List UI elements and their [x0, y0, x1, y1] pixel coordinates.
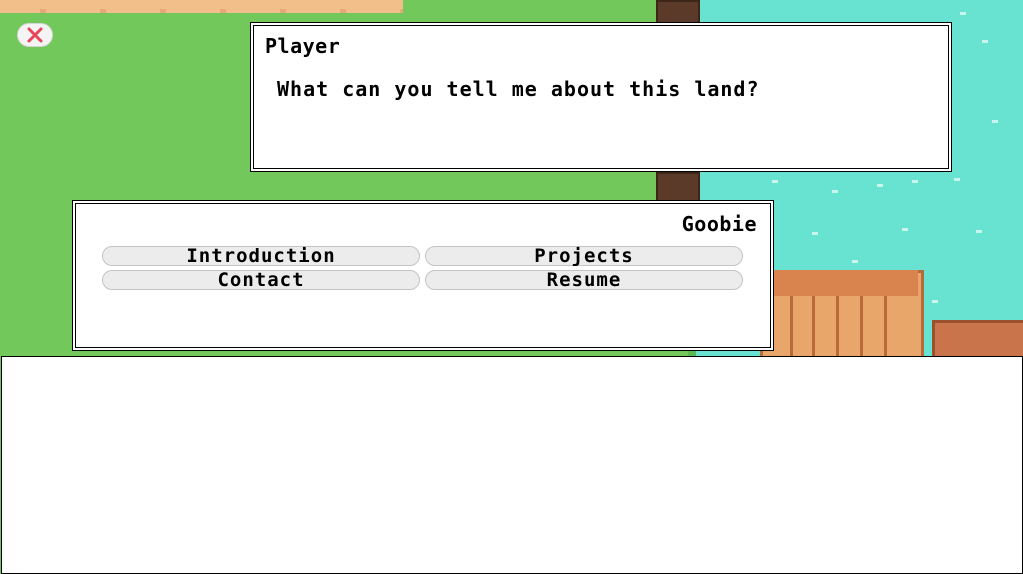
player-dialog-text: What can you tell me about this land? [277, 77, 760, 101]
tree-trunk-icon [656, 0, 700, 24]
option-resume-button[interactable]: Resume [425, 270, 743, 290]
house-roof [932, 320, 1023, 359]
sand-path-texture [0, 9, 403, 13]
dock-top [760, 270, 918, 296]
option-introduction-button[interactable]: Introduction [102, 246, 420, 266]
npc-speaker-name: Goobie [681, 212, 757, 236]
close-icon [27, 27, 43, 43]
option-projects-button[interactable]: Projects [425, 246, 743, 266]
option-contact-button[interactable]: Contact [102, 270, 420, 290]
npc-dialog-box: Goobie Introduction Projects Contact Res… [72, 200, 774, 351]
player-speaker-name: Player [265, 34, 341, 58]
close-button[interactable] [17, 23, 53, 47]
content-panel [1, 356, 1023, 574]
player-dialog-box: Player What can you tell me about this l… [250, 22, 952, 172]
